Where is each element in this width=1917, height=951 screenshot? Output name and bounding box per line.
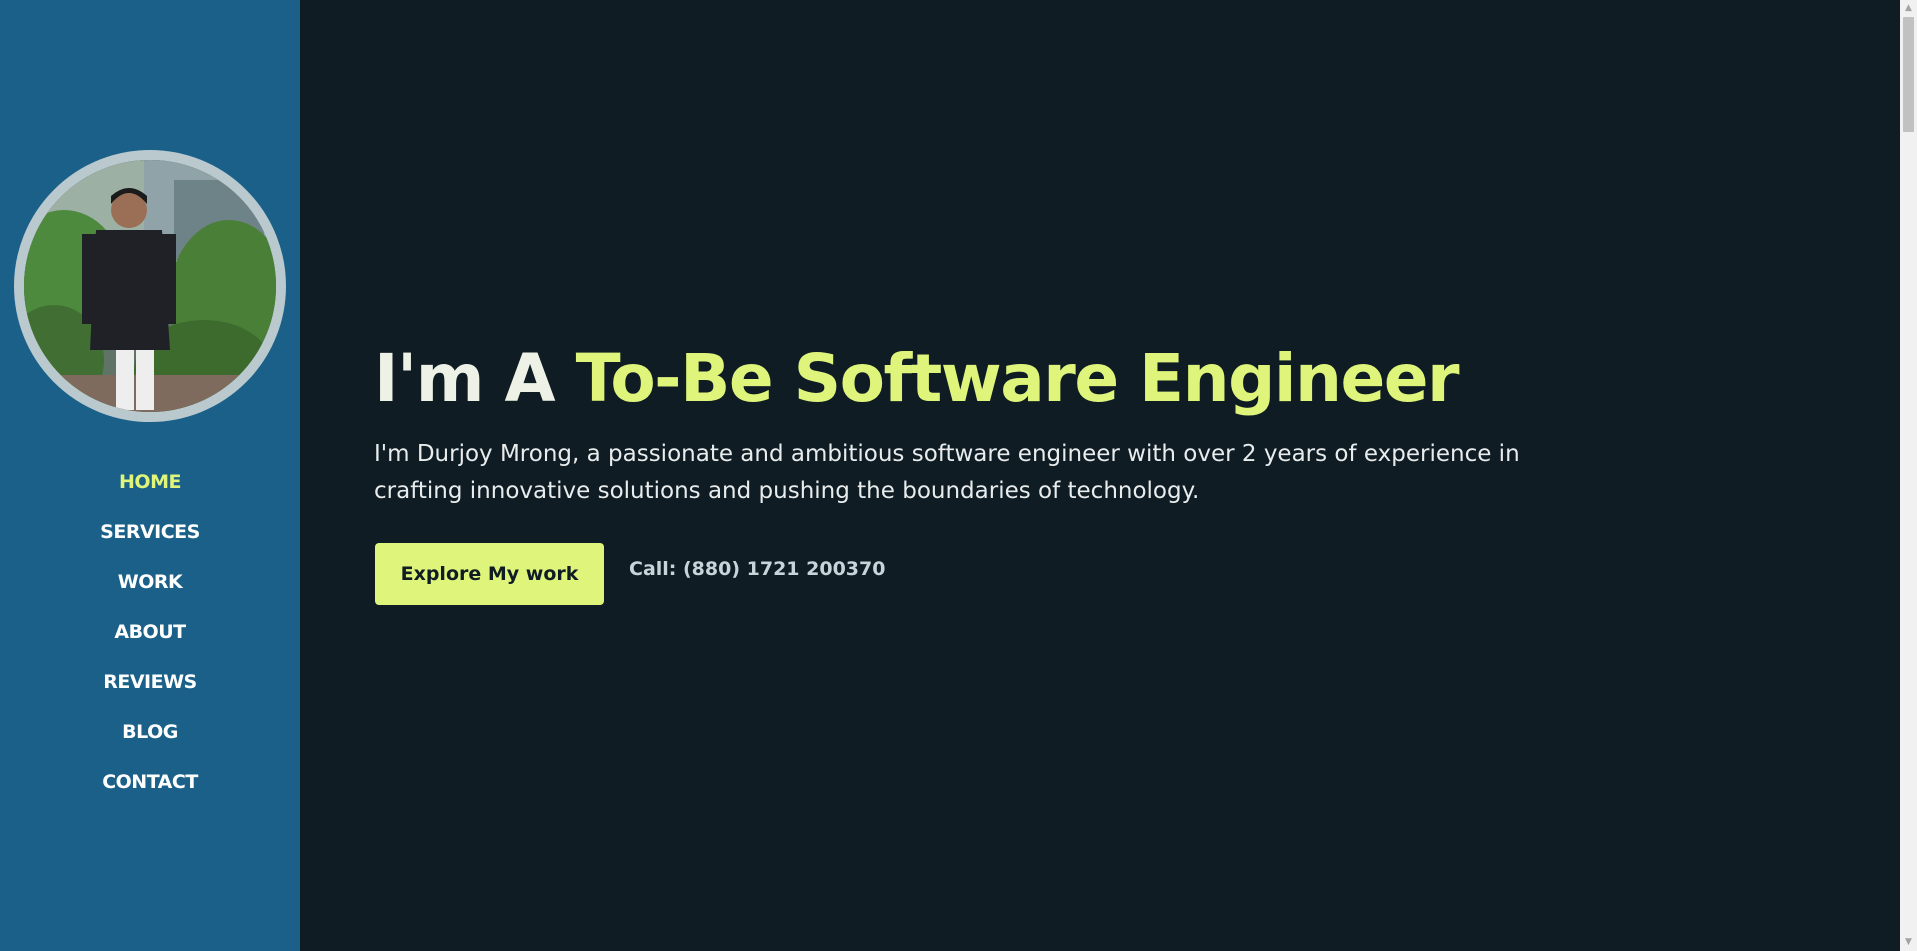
hero-description: I'm Durjoy Mrong, a passionate and ambit…	[374, 441, 1520, 504]
nav-item-home[interactable]: HOME	[0, 462, 300, 512]
call-phone-link[interactable]: Call: (880) 1721 200370	[629, 558, 885, 580]
vertical-scrollbar[interactable]: ▲ ▼	[1900, 0, 1917, 951]
nav-item-reviews[interactable]: REVIEWS	[0, 662, 300, 712]
nav-item-contact[interactable]: CONTACT	[0, 762, 300, 812]
hero-heading-highlight: To-Be Software Engineer	[575, 340, 1460, 417]
scroll-thumb[interactable]	[1903, 17, 1914, 132]
nav-item-work[interactable]: WORK	[0, 562, 300, 612]
scroll-down-arrow-icon[interactable]: ▼	[1900, 934, 1917, 951]
hero-heading: I'm A To-Be Software Engineer	[374, 340, 1460, 417]
nav-item-about[interactable]: ABOUT	[0, 612, 300, 662]
hero-section: I'm A To-Be Software Engineer I'm Durjoy…	[300, 0, 1900, 951]
scroll-up-arrow-icon[interactable]: ▲	[1900, 0, 1917, 17]
profile-photo	[24, 160, 276, 412]
hero-heading-prefix: I'm A	[374, 340, 576, 417]
main-navigation: HOME SERVICES WORK ABOUT REVIEWS BLOG CO…	[0, 462, 300, 812]
sidebar: HOME SERVICES WORK ABOUT REVIEWS BLOG CO…	[0, 0, 300, 951]
nav-item-services[interactable]: SERVICES	[0, 512, 300, 562]
portfolio-page: HOME SERVICES WORK ABOUT REVIEWS BLOG CO…	[0, 0, 1917, 951]
nav-item-blog[interactable]: BLOG	[0, 712, 300, 762]
explore-work-button[interactable]: Explore My work	[375, 543, 604, 605]
avatar	[14, 150, 286, 422]
